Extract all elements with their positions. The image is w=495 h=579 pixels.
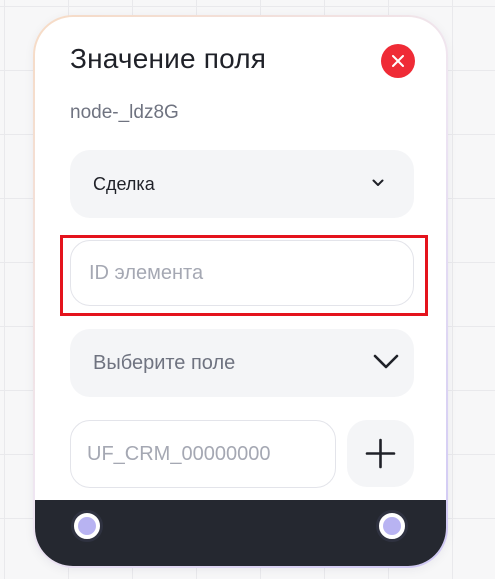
output-port[interactable] <box>376 510 408 542</box>
add-field-button[interactable] <box>347 420 414 487</box>
chevron-down-icon <box>373 354 399 369</box>
plus-icon <box>365 438 396 469</box>
node-footer <box>35 500 446 566</box>
element-id-input[interactable] <box>70 240 414 306</box>
chevron-down-icon <box>372 179 384 186</box>
node-body: Значение поля node-_ldz8G Сделка Выберит… <box>35 17 446 566</box>
close-button[interactable] <box>381 44 415 78</box>
field-code-input[interactable] <box>70 420 336 488</box>
node-id-label: node-_ldz8G <box>70 102 179 123</box>
input-port[interactable] <box>71 510 103 542</box>
node-title: Значение поля <box>70 43 267 74</box>
field-value-node[interactable]: Значение поля node-_ldz8G Сделка Выберит… <box>33 15 448 568</box>
close-icon <box>392 55 404 67</box>
entity-type-value: Сделка <box>93 174 155 194</box>
field-select-placeholder: Выберите поле <box>93 352 236 374</box>
field-select[interactable]: Выберите поле <box>70 329 414 397</box>
entity-type-select[interactable]: Сделка <box>70 150 414 218</box>
